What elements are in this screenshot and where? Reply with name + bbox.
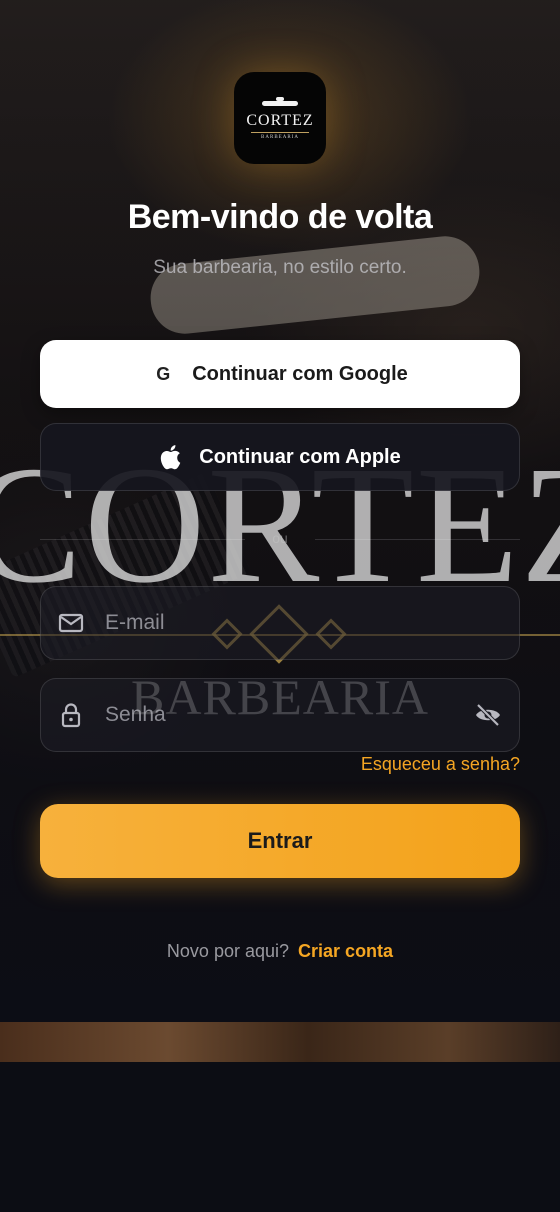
create-account-link[interactable]: Criar conta xyxy=(298,941,393,961)
login-button[interactable]: Entrar xyxy=(40,804,520,878)
eye-off-icon[interactable] xyxy=(473,700,503,730)
google-login-label: Continuar com Google xyxy=(192,362,408,385)
email-input[interactable] xyxy=(105,603,503,643)
google-login-button[interactable]: G Continuar com Google xyxy=(40,340,520,408)
page-subtitle: Sua barbearia, no estilo certo. xyxy=(153,257,407,278)
google-icon: G xyxy=(156,363,171,384)
login-screen: CORTEZ BARBEARIA CORTEZ BARBEARIA Bem-vi… xyxy=(0,0,560,1212)
apple-icon xyxy=(159,444,181,470)
login-content: CORTEZ BARBEARIA Bem-vindo de volta Sua … xyxy=(0,0,560,1022)
apple-login-button[interactable]: Continuar com Apple xyxy=(40,423,520,491)
background-strip xyxy=(0,1022,560,1062)
logo-name: CORTEZ xyxy=(246,111,314,129)
apple-login-label: Continuar com Apple xyxy=(199,445,401,468)
logo-rule xyxy=(251,131,309,133)
razor-icon xyxy=(258,96,302,109)
email-field[interactable] xyxy=(40,586,520,660)
password-input[interactable] xyxy=(105,695,463,735)
lock-icon xyxy=(57,701,85,729)
logo-subtitle: BARBEARIA xyxy=(261,134,299,140)
signup-question: Novo por aqui? xyxy=(166,941,290,961)
mail-icon xyxy=(57,609,85,637)
forgot-password-link[interactable]: Esqueceu a senha? xyxy=(361,754,520,775)
signup-prompt: Novo por aqui? Criar conta xyxy=(0,941,560,962)
password-field[interactable] xyxy=(40,678,520,752)
or-divider: ou xyxy=(40,528,520,550)
page-title: Bem-vindo de volta xyxy=(127,198,433,236)
divider-label: ou xyxy=(272,530,288,546)
app-logo: CORTEZ BARBEARIA xyxy=(234,72,326,164)
